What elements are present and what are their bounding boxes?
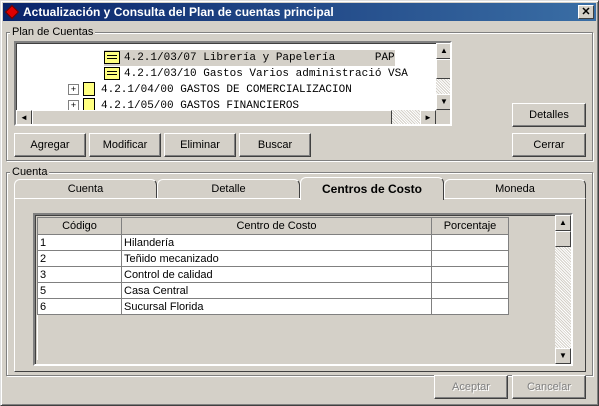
table-row[interactable]: 3 Control de calidad: [37, 266, 509, 283]
cell-empty: [121, 314, 432, 330]
scroll-down-icon[interactable]: ▼: [436, 94, 450, 110]
agregar-button[interactable]: Agregar: [14, 133, 86, 157]
column-header-centro-de-costo[interactable]: Centro de Costo: [121, 217, 432, 235]
close-button[interactable]: ✕: [578, 5, 594, 19]
scroll-corner: [436, 110, 450, 124]
cell-codigo[interactable]: 6: [37, 298, 122, 315]
cell-empty: [431, 330, 509, 345]
cell-centro-de-costo[interactable]: Control de calidad: [121, 266, 432, 283]
table-row[interactable]: 1 Hilandería: [37, 234, 509, 251]
scroll-up-icon[interactable]: ▲: [436, 43, 450, 59]
window-title: Actualización y Consulta del Plan de cue…: [23, 5, 334, 19]
app-icon: [4, 4, 20, 20]
plan-de-cuentas-label: Plan de Cuentas: [10, 26, 96, 38]
account-tree[interactable]: 4.2.1/03/07 Librería y Papelería PAP 4.2.…: [14, 41, 452, 126]
scroll-down-icon[interactable]: ▼: [555, 348, 571, 364]
tree-vscroll-thumb[interactable]: [436, 59, 450, 79]
cerrar-button[interactable]: Cerrar: [512, 133, 586, 157]
expand-icon[interactable]: +: [68, 83, 79, 95]
folder-book-icon: [83, 82, 95, 97]
tree-row-label: 4.2.1/04/00 GASTOS DE COMERCIALIZACION: [101, 84, 352, 96]
column-header-porcentaje[interactable]: Porcentaje: [431, 217, 509, 235]
tree-hscrollbar[interactable]: ◄ ►: [16, 110, 436, 124]
grid-vscrollbar[interactable]: ▲ ▼: [555, 215, 571, 364]
detalles-button[interactable]: Detalles: [512, 103, 586, 127]
cell-porcentaje[interactable]: [431, 266, 509, 283]
expand-icon[interactable]: +: [68, 99, 79, 111]
tab-detalle[interactable]: Detalle: [157, 179, 300, 199]
grid-vscroll-thumb[interactable]: [555, 231, 571, 247]
cell-porcentaje[interactable]: [431, 298, 509, 315]
cell-centro-de-costo[interactable]: Hilandería: [121, 234, 432, 251]
scroll-left-icon[interactable]: ◄: [16, 110, 32, 124]
eliminar-button[interactable]: Eliminar: [164, 133, 236, 157]
cell-centro-de-costo[interactable]: Teñido mecanizado: [121, 250, 432, 267]
cell-porcentaje[interactable]: [431, 234, 509, 251]
tab-cuenta[interactable]: Cuenta: [14, 179, 157, 199]
tree-hscroll-thumb[interactable]: [32, 110, 392, 124]
table-row[interactable]: 5 Casa Central: [37, 282, 509, 299]
cell-empty: [121, 330, 432, 345]
scroll-right-icon[interactable]: ►: [420, 110, 436, 124]
cell-centro-de-costo[interactable]: Sucursal Florida: [121, 298, 432, 315]
tab-centros-de-costo[interactable]: Centros de Costo: [300, 177, 444, 200]
tree-row[interactable]: 4.2.1/03/07 Librería y Papelería PAP: [104, 50, 395, 66]
column-header-codigo[interactable]: Código: [37, 217, 122, 235]
table-row[interactable]: 6 Sucursal Florida: [37, 298, 509, 315]
table-row[interactable]: 2 Teñido mecanizado: [37, 250, 509, 267]
cost-center-table: Código Centro de Costo Porcentaje 1 Hilan…: [37, 217, 509, 360]
cost-center-grid[interactable]: Código Centro de Costo Porcentaje 1 Hilan…: [33, 213, 573, 366]
cell-empty: [37, 345, 122, 360]
tree-vscrollbar[interactable]: ▲ ▼: [436, 43, 450, 110]
cell-empty: [37, 314, 122, 330]
cancelar-button[interactable]: Cancelar: [512, 375, 586, 399]
account-doc-icon: [104, 50, 120, 64]
tab-moneda[interactable]: Moneda: [444, 179, 586, 199]
cuenta-group-label: Cuenta: [10, 166, 50, 178]
cell-codigo[interactable]: 2: [37, 250, 122, 267]
tree-row-label: 4.2.1/03/07 Librería y Papelería PAP: [124, 52, 395, 64]
buscar-button[interactable]: Buscar: [239, 133, 311, 157]
cell-porcentaje[interactable]: [431, 250, 509, 267]
table-row-empty: [37, 345, 509, 360]
tree-row[interactable]: +4.2.1/04/00 GASTOS DE COMERCIALIZACION: [68, 82, 352, 98]
cell-codigo[interactable]: 3: [37, 266, 122, 283]
cell-codigo[interactable]: 5: [37, 282, 122, 299]
table-row-empty: [37, 330, 509, 345]
scroll-up-icon[interactable]: ▲: [555, 215, 571, 231]
cell-porcentaje[interactable]: [431, 282, 509, 299]
cell-empty: [431, 314, 509, 330]
table-row-empty: [37, 314, 509, 330]
account-doc-icon: [104, 66, 120, 80]
cell-empty: [37, 330, 122, 345]
title-bar: Actualización y Consulta del Plan de cue…: [3, 3, 596, 21]
aceptar-button[interactable]: Aceptar: [434, 375, 508, 399]
modificar-button[interactable]: Modificar: [89, 133, 161, 157]
cell-empty: [431, 345, 509, 360]
cell-empty: [121, 345, 432, 360]
cell-centro-de-costo[interactable]: Casa Central: [121, 282, 432, 299]
cell-codigo[interactable]: 1: [37, 234, 122, 251]
tree-row-label: 4.2.1/03/10 Gastos Varios administració …: [124, 68, 408, 80]
tree-row[interactable]: 4.2.1/03/10 Gastos Varios administració …: [104, 66, 408, 82]
